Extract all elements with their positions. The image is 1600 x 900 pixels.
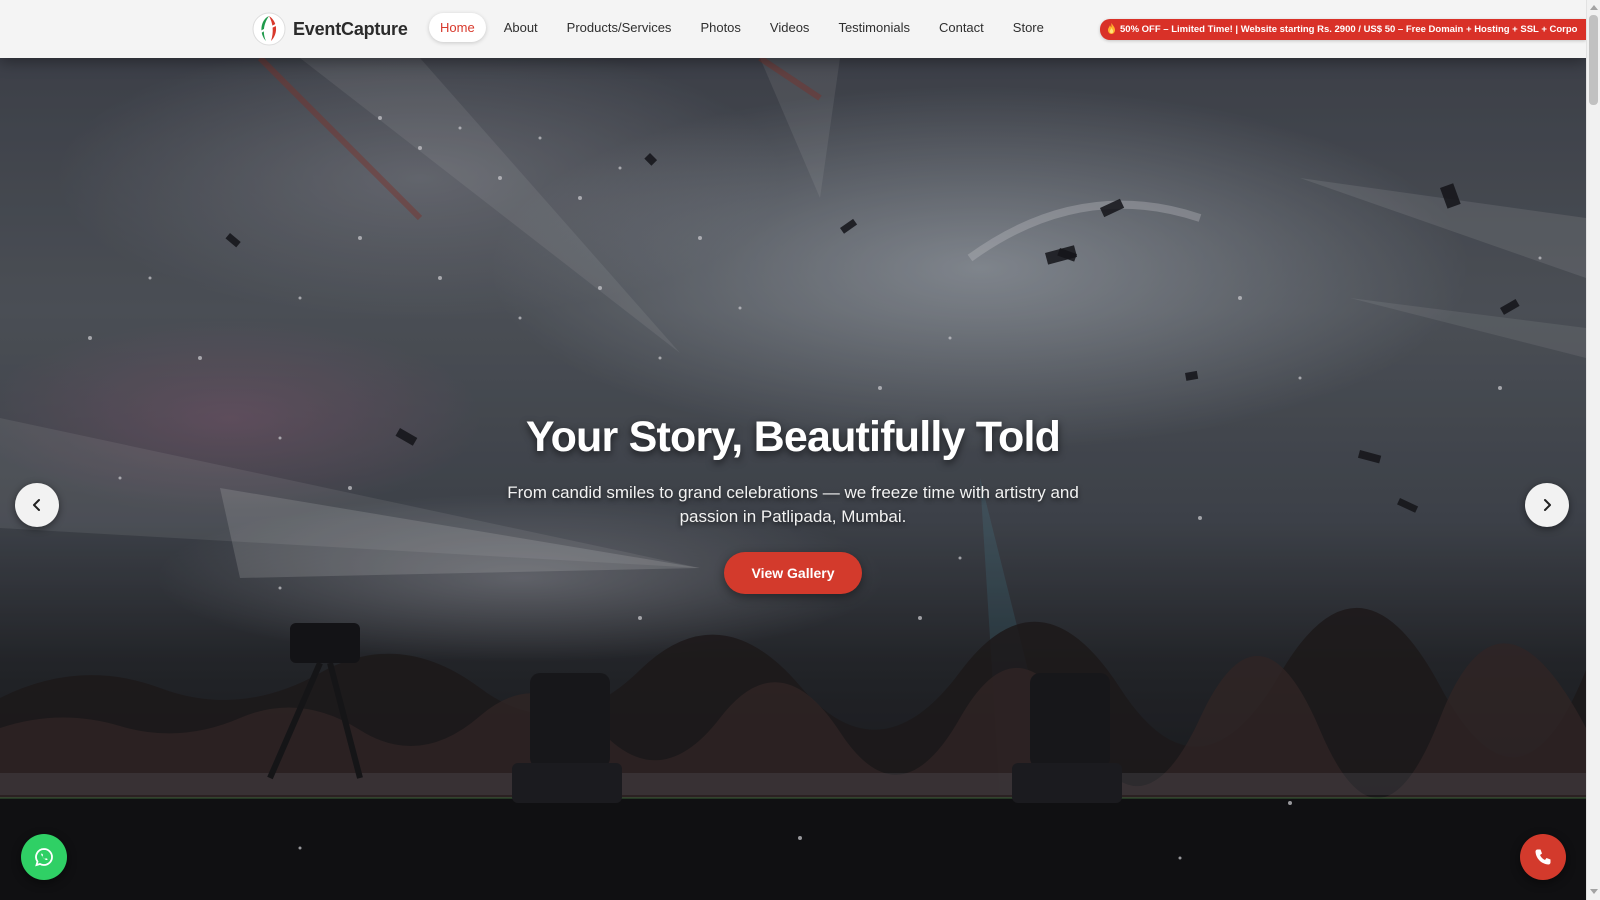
carousel-next-button[interactable] [1525,483,1569,527]
promo-text: 50% OFF – Limited Time! | Website starti… [1120,24,1578,35]
hero-slider: Your Story, Beautifully Told From candid… [0,58,1586,900]
nav-item-store[interactable]: Store [1002,13,1055,42]
hero-dark-overlay [0,58,1586,900]
whatsapp-icon [35,848,53,867]
call-button[interactable] [1520,834,1566,880]
view-gallery-button[interactable]: View Gallery [724,552,862,594]
main-nav: Home About Products/Services Photos Vide… [429,13,1062,42]
nav-item-videos[interactable]: Videos [759,13,821,42]
brand-home-link[interactable]: EventCapture [252,11,408,47]
fire-icon [1108,23,1115,34]
nav-item-home[interactable]: Home [429,13,486,42]
scroll-up-arrow-icon[interactable] [1590,5,1598,10]
nav-item-products-services[interactable]: Products/Services [556,13,683,42]
hero-subtitle: From candid smiles to grand celebrations… [507,483,1079,526]
whatsapp-button[interactable] [21,834,67,880]
brand-logo-icon [252,12,286,46]
chevron-right-icon [1544,499,1551,511]
page-scrollbar[interactable] [1586,0,1600,900]
top-navbar: EventCapture Home About Products/Service… [0,0,1586,58]
nav-item-contact[interactable]: Contact [928,13,995,42]
phone-icon [1535,849,1551,865]
scroll-down-arrow-icon[interactable] [1590,889,1598,894]
hero-title: Your Story, Beautifully Told [525,413,1061,461]
chevron-left-icon [33,499,40,511]
nav-item-testimonials[interactable]: Testimonials [827,13,921,42]
nav-item-photos[interactable]: Photos [689,13,751,42]
promo-banner[interactable]: 50% OFF – Limited Time! | Website starti… [1100,19,1586,40]
nav-item-about[interactable]: About [493,13,549,42]
scrollbar-thumb[interactable] [1589,15,1598,105]
carousel-prev-button[interactable] [15,483,59,527]
brand-name: EventCapture [293,18,408,39]
